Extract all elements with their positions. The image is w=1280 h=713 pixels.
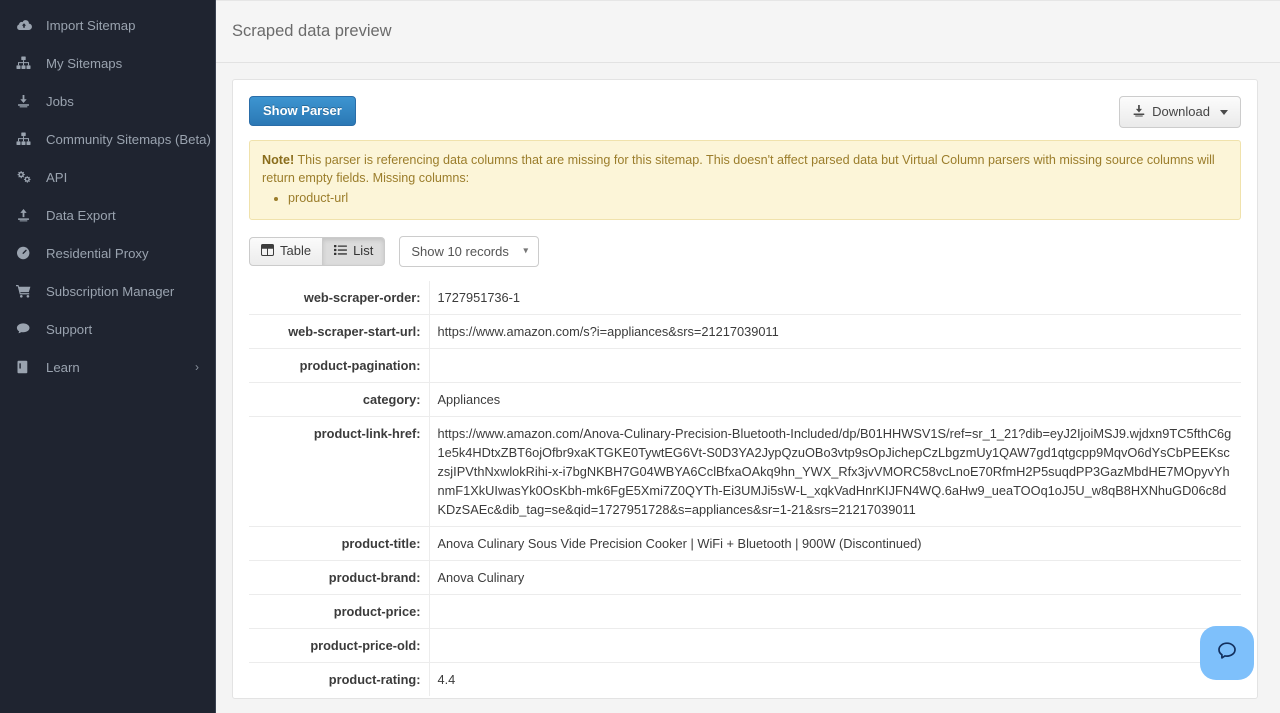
sidebar-item-label: Import Sitemap — [46, 17, 136, 33]
cart-icon — [16, 283, 38, 299]
view-controls: Table List Show 10 records ▾ — [249, 236, 1241, 267]
chevron-down-icon — [1220, 109, 1228, 115]
table-row: product-title: Anova Culinary Sous Vide … — [249, 526, 1241, 561]
records-select-wrapper: Show 10 records ▾ — [399, 236, 540, 267]
view-toggle-group: Table List — [249, 236, 386, 267]
tab-list-label: List — [353, 243, 374, 259]
tab-table-label: Table — [280, 243, 312, 259]
show-parser-button[interactable]: Show Parser — [249, 96, 356, 127]
sidebar-item-label: Residential Proxy — [46, 245, 149, 261]
records-select[interactable]: Show 10 records — [399, 236, 540, 267]
sidebar-item-residential-proxy[interactable]: Residential Proxy — [0, 234, 215, 272]
table-row: product-pagination: — [249, 348, 1241, 383]
app-root: Import Sitemap My Sitemaps Jobs Communit… — [0, 0, 1280, 713]
page-header: Scraped data preview — [216, 0, 1280, 63]
row-value — [429, 348, 1241, 383]
table-grid-icon — [261, 243, 274, 260]
book-icon — [16, 359, 38, 375]
sidebar-item-label: Learn — [46, 359, 80, 375]
note-prefix: Note! — [262, 153, 295, 167]
sidebar-item-label: Support — [46, 321, 93, 337]
row-key: product-pagination: — [249, 348, 430, 383]
row-value: 1727951736-1 — [437, 290, 521, 305]
download-icon — [16, 93, 38, 109]
sidebar-item-my-sitemaps[interactable]: My Sitemaps — [0, 44, 215, 82]
table-row: product-price-old: — [249, 628, 1241, 663]
note-text: This parser is referencing data columns … — [262, 153, 1215, 185]
missing-columns-list: product-url — [262, 189, 1228, 207]
sidebar-item-jobs[interactable]: Jobs — [0, 82, 215, 120]
row-key: product-rating: — [249, 662, 430, 696]
chat-widget-button[interactable] — [1200, 626, 1254, 680]
row-key: product-link-href: — [249, 416, 430, 527]
comment-icon — [16, 321, 38, 337]
list-icon — [334, 244, 348, 260]
row-value: 4.4 — [429, 662, 1241, 696]
sidebar-item-label: Subscription Manager — [46, 283, 175, 299]
sidebar-item-subscription-manager[interactable]: Subscription Manager — [0, 272, 215, 310]
table-row: product-rating: 4.4 — [249, 662, 1241, 696]
row-value: https://www.amazon.com/s?i=appliances&sr… — [429, 314, 1241, 349]
sidebar-item-label: Jobs — [46, 93, 74, 109]
table-row: web-scraper-start-url: https://www.amazo… — [249, 314, 1241, 349]
row-key: product-price: — [249, 594, 430, 629]
cloud-upload-icon — [16, 17, 38, 33]
download-icon — [1132, 104, 1146, 120]
chevron-right-icon: › — [195, 360, 199, 374]
sidebar-item-data-export[interactable]: Data Export — [0, 196, 215, 234]
tab-table-view[interactable]: Table — [249, 236, 324, 267]
row-key: product-price-old: — [249, 628, 430, 663]
row-value — [429, 594, 1241, 629]
sidebar-item-label: My Sitemaps — [46, 55, 123, 71]
table-row: category: Appliances — [249, 382, 1241, 417]
sidebar-item-label: Data Export — [46, 207, 116, 223]
sidebar-item-import-sitemap[interactable]: Import Sitemap — [0, 6, 215, 44]
record-detail-table: web-scraper-order: 1727951736-1 web-scra… — [249, 281, 1241, 696]
upload-icon — [16, 207, 38, 223]
table-row: product-brand: Anova Culinary — [249, 560, 1241, 595]
main-area: Scraped data preview Show Parser Downloa… — [215, 0, 1280, 713]
row-value: Anova Culinary — [429, 560, 1241, 595]
page-title: Scraped data preview — [232, 22, 392, 40]
sidebar-item-learn[interactable]: Learn › — [0, 348, 215, 386]
chat-bubble-icon — [1214, 638, 1240, 669]
row-value: Anova Culinary Sous Vide Precision Cooke… — [429, 526, 1241, 561]
sidebar: Import Sitemap My Sitemaps Jobs Communit… — [0, 0, 215, 713]
row-key: web-scraper-order: — [249, 281, 430, 315]
row-key: web-scraper-start-url: — [249, 314, 430, 349]
card-toolbar: Show Parser Download — [249, 96, 1241, 130]
sidebar-item-label: Community Sitemaps (Beta) — [46, 131, 211, 147]
content-scroll-area: Show Parser Download Note! This parser i… — [216, 63, 1280, 713]
gears-icon — [16, 169, 38, 185]
gauge-icon — [16, 245, 38, 261]
row-value: https://www.amazon.com/Anova-Culinary-Pr… — [429, 416, 1241, 527]
row-value — [429, 628, 1241, 663]
row-value: Appliances — [429, 382, 1241, 417]
missing-column-item: product-url — [288, 189, 1228, 207]
row-key: category: — [249, 382, 430, 417]
sitemap-icon — [16, 131, 38, 147]
table-row: product-price: — [249, 594, 1241, 629]
table-row: web-scraper-order: 1727951736-1 — [249, 281, 1241, 315]
row-key: product-brand: — [249, 560, 430, 595]
row-key: product-title: — [249, 526, 430, 561]
sidebar-item-support[interactable]: Support — [0, 310, 215, 348]
download-button-label: Download — [1152, 104, 1210, 119]
sitemap-icon — [16, 55, 38, 71]
record-detail-body: web-scraper-order: 1727951736-1 web-scra… — [249, 281, 1241, 696]
download-button[interactable]: Download — [1119, 96, 1241, 129]
sidebar-item-community-sitemaps[interactable]: Community Sitemaps (Beta) — [0, 120, 215, 158]
missing-columns-note: Note! This parser is referencing data co… — [249, 140, 1241, 220]
tab-list-view[interactable]: List — [323, 236, 386, 267]
sidebar-item-label: API — [46, 169, 68, 185]
table-row: product-link-href: https://www.amazon.co… — [249, 416, 1241, 527]
sidebar-item-api[interactable]: API — [0, 158, 215, 196]
preview-card: Show Parser Download Note! This parser i… — [232, 79, 1258, 699]
